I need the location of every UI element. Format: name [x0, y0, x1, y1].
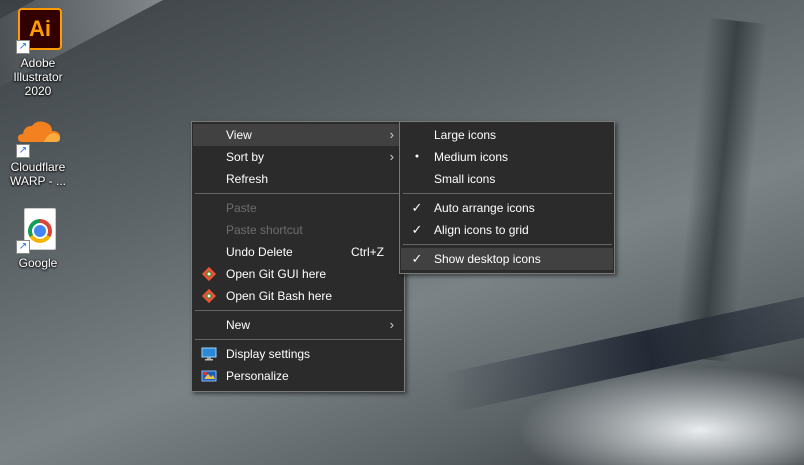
- display-settings-icon: [201, 346, 217, 362]
- personalize-icon: [201, 368, 217, 384]
- cloudflare-icon: ↗: [14, 110, 62, 158]
- chevron-right-icon: ›: [389, 127, 394, 142]
- menu-item-label: Medium icons: [434, 150, 509, 164]
- desktop-context-menu: View › Sort by › Refresh Paste Paste sho…: [191, 121, 405, 392]
- desktop-icon-illustrator[interactable]: Ai ↗ Adobe Illustrator 2020: [0, 6, 76, 98]
- menu-item-label: Small icons: [434, 172, 496, 186]
- chrome-icon: [28, 219, 52, 243]
- menu-item-label: Large icons: [434, 128, 497, 142]
- chevron-right-icon: ›: [389, 317, 394, 332]
- menu-item-new[interactable]: New ›: [193, 314, 403, 336]
- shortcut-arrow-icon: ↗: [16, 240, 30, 254]
- checkmark-icon: ✓: [411, 222, 423, 237]
- desktop-icon-cloudflare-warp[interactable]: ↗ Cloudflare WARP - ...: [0, 110, 76, 188]
- git-icon: [201, 288, 217, 304]
- menu-item-auto-arrange-icons[interactable]: ✓ Auto arrange icons: [401, 197, 613, 219]
- chrome-document-icon: ↗: [14, 206, 62, 254]
- menu-item-small-icons[interactable]: Small icons: [401, 168, 613, 190]
- checkmark-icon: ✓: [411, 251, 423, 266]
- menu-separator: [195, 310, 402, 311]
- menu-item-refresh[interactable]: Refresh: [193, 168, 403, 190]
- menu-item-paste: Paste: [193, 197, 403, 219]
- menu-separator: [195, 193, 402, 194]
- menu-item-label: Show desktop icons: [434, 252, 541, 266]
- menu-separator: [195, 339, 402, 340]
- menu-item-show-desktop-icons[interactable]: ✓ Show desktop icons: [401, 248, 613, 270]
- menu-separator: [403, 193, 612, 194]
- desktop-icon-label: Cloudflare WARP - ...: [9, 160, 66, 188]
- menu-item-label: Auto arrange icons: [434, 201, 535, 215]
- desktop[interactable]: Ai ↗ Adobe Illustrator 2020 ↗ Cloudflare…: [0, 0, 804, 465]
- menu-item-label: Paste shortcut: [226, 223, 303, 237]
- view-submenu: Large icons ● Medium icons Small icons ✓…: [399, 121, 615, 274]
- shortcut-arrow-icon: ↗: [16, 144, 30, 158]
- radio-bullet-icon: ●: [414, 153, 420, 160]
- menu-item-label: Open Git Bash here: [226, 289, 333, 303]
- menu-item-label: Personalize: [226, 369, 289, 383]
- menu-item-label: Sort by: [226, 150, 265, 164]
- menu-item-medium-icons[interactable]: ● Medium icons: [401, 146, 613, 168]
- menu-item-label: View: [226, 128, 252, 142]
- adobe-illustrator-icon: Ai ↗: [14, 6, 62, 54]
- menu-item-label: Display settings: [226, 347, 311, 361]
- git-icon: [201, 266, 217, 282]
- menu-item-label: Refresh: [226, 172, 269, 186]
- menu-separator: [403, 244, 612, 245]
- menu-item-personalize[interactable]: Personalize: [193, 365, 403, 387]
- desktop-icon-google[interactable]: ↗ Google: [0, 206, 76, 270]
- menu-item-align-icons-to-grid[interactable]: ✓ Align icons to grid: [401, 219, 613, 241]
- menu-item-open-git-bash[interactable]: Open Git Bash here: [193, 285, 403, 307]
- keyboard-shortcut: Ctrl+Z: [351, 245, 384, 259]
- chevron-right-icon: ›: [389, 149, 394, 164]
- menu-item-label: Align icons to grid: [434, 223, 529, 237]
- wallpaper-shadow: [440, 286, 804, 414]
- menu-item-label: Open Git GUI here: [226, 267, 327, 281]
- menu-item-label: Paste: [226, 201, 257, 215]
- menu-item-paste-shortcut: Paste shortcut: [193, 219, 403, 241]
- menu-item-view[interactable]: View ›: [193, 124, 403, 146]
- shortcut-arrow-icon: ↗: [16, 40, 30, 54]
- menu-item-undo-delete[interactable]: Undo Delete Ctrl+Z: [193, 241, 403, 263]
- checkmark-icon: ✓: [411, 200, 423, 215]
- desktop-icon-label: Adobe Illustrator 2020: [13, 56, 63, 98]
- menu-item-label: Undo Delete: [226, 245, 293, 259]
- desktop-icon-label: Google: [18, 256, 58, 270]
- menu-item-display-settings[interactable]: Display settings: [193, 343, 403, 365]
- menu-item-sort-by[interactable]: Sort by ›: [193, 146, 403, 168]
- menu-item-large-icons[interactable]: Large icons: [401, 124, 613, 146]
- menu-item-open-git-gui[interactable]: Open Git GUI here: [193, 263, 403, 285]
- menu-item-label: New: [226, 318, 251, 332]
